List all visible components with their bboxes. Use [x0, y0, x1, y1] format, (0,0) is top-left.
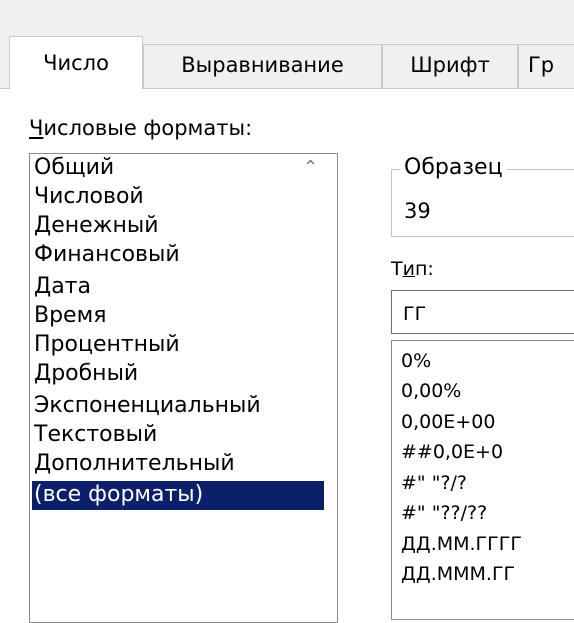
format-code-item[interactable]: ДД.ММ.ГГГГ [401, 529, 522, 559]
category-special[interactable]: Дополнительный [34, 450, 235, 479]
category-fraction[interactable]: Дробный [34, 360, 138, 389]
type-input-value[interactable]: ГГ [403, 303, 426, 325]
format-code-list[interactable]: 0% 0,00% 0,00E+00 ##0,0E+0 #" "?/? #" "?… [391, 340, 574, 620]
number-formats-label: Числовые форматы: [29, 116, 252, 140]
sample-legend: Образец [400, 155, 507, 180]
category-percentage[interactable]: Процентный [34, 331, 180, 360]
category-scientific[interactable]: Экспоненциальный [34, 392, 261, 421]
category-date[interactable]: Дата [34, 273, 91, 302]
type-label-first: Т [391, 258, 403, 280]
category-currency[interactable]: Денежный [34, 212, 159, 241]
format-code-item[interactable]: ##0,0E+0 [401, 437, 503, 467]
dialog-title-strip [0, 0, 574, 32]
chevron-up-icon[interactable]: ⌃ [303, 157, 318, 178]
type-label-rest: п: [414, 258, 434, 280]
tab-alignment[interactable]: Выравнивание [143, 44, 382, 88]
category-general[interactable]: Общий [34, 154, 114, 183]
type-label: Тип: [391, 258, 434, 280]
number-formats-label-rest: исловые форматы: [43, 116, 253, 140]
access-key: Ч [29, 116, 44, 140]
tab-number[interactable]: Число [9, 36, 143, 89]
tab-border[interactable]: Гр [518, 44, 574, 88]
format-code-item[interactable]: #" "??/?? [401, 498, 487, 528]
category-number[interactable]: Числовой [34, 183, 144, 212]
format-code-item[interactable]: 0,00E+00 [401, 407, 495, 437]
format-code-item[interactable]: 0,00% [401, 376, 461, 406]
category-accounting[interactable]: Финансовый [34, 241, 180, 270]
category-list[interactable]: Общий Числовой Денежный Финансовый Дата … [29, 153, 338, 623]
format-code-item[interactable]: ДД.МММ.ГГ [401, 559, 515, 589]
category-custom[interactable]: (все форматы) [32, 481, 324, 510]
format-code-item[interactable]: #" "?/? [401, 468, 467, 498]
tab-font[interactable]: Шрифт [382, 44, 518, 88]
sample-value: 39 [404, 199, 431, 223]
access-key: и [402, 258, 415, 280]
category-text[interactable]: Текстовый [34, 421, 157, 450]
category-time[interactable]: Время [34, 302, 106, 331]
format-code-item[interactable]: 0% [401, 346, 431, 376]
